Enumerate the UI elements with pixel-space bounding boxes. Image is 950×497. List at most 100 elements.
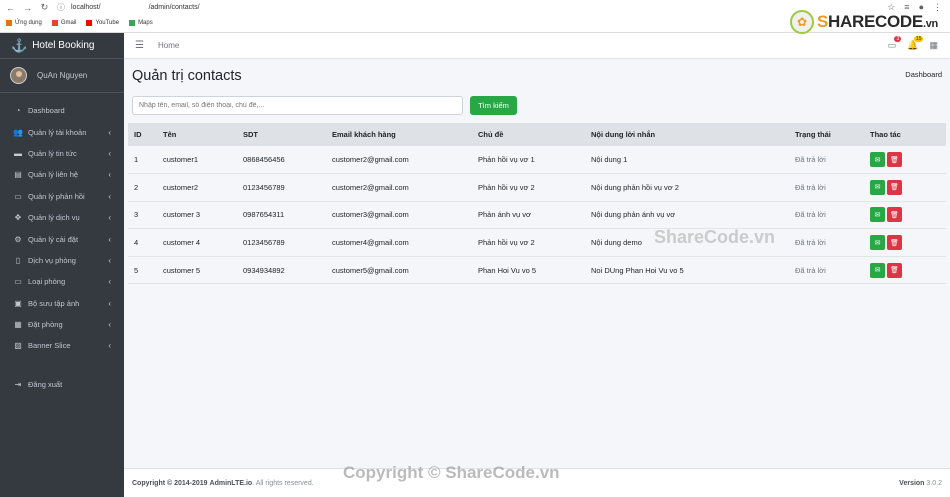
- comment-icon: ▭: [14, 191, 22, 201]
- back-icon[interactable]: ←: [4, 3, 17, 13]
- bookmark-maps[interactable]: Maps: [129, 20, 153, 26]
- sidebar-item-logout[interactable]: ⇥ Đăng xuất: [0, 374, 124, 395]
- actions-cell: ✉ 🗑: [864, 228, 946, 257]
- sidebar-item-label: Quản lý liên hệ: [28, 170, 79, 180]
- sharecode-logo-icon: ✿: [790, 10, 814, 34]
- sidebar-item-8[interactable]: ▭ Loại phòng ‹: [0, 271, 124, 292]
- sidebar-menu: ◔ Dashboard 👥 Quản lý tài khoản ‹ ▬ Quản lý ti…: [0, 93, 124, 395]
- comment-icon: ✉: [874, 184, 881, 192]
- table-header-row: ID Tên SDT Email khách hàng Chủ đề Nội dung l…: [128, 123, 946, 146]
- delete-button[interactable]: 🗑: [887, 207, 902, 223]
- youtube-icon: [86, 20, 93, 26]
- address-book-icon: ▤: [14, 170, 22, 180]
- bookmark-youtube[interactable]: YouTube: [86, 20, 119, 26]
- table-cell: customer5@gmail.com: [326, 256, 472, 285]
- address-bar[interactable]: ⓘ localhost/ /admin/contacts/: [57, 2, 200, 13]
- calendar-icon: ▦: [14, 320, 22, 330]
- navbar-right: ▭ 3 🔔 15 ▦: [888, 36, 938, 51]
- sidebar-item-1[interactable]: 👥 Quản lý tài khoản ‹: [0, 121, 124, 142]
- sidebar-item-7[interactable]: ▯ Dịch vụ phòng ‹: [0, 250, 124, 271]
- sidebar-item-0[interactable]: ◔ Dashboard: [0, 100, 124, 121]
- apps-icon: [6, 20, 12, 26]
- user-name: QuAn Nguyen: [37, 71, 88, 80]
- footer-brand-link[interactable]: AdminLTE.io: [210, 480, 253, 487]
- actions-cell: ✉ 🗑: [864, 146, 946, 175]
- sidebar-item-label: Quản lý tài khoản: [28, 127, 87, 137]
- chevron-left-icon: ‹: [108, 127, 111, 137]
- sidebar-item-5[interactable]: ✥ Quản lý dịch vụ ‹: [0, 207, 124, 228]
- sidebar-item-label: Bộ sưu tập ảnh: [28, 298, 80, 308]
- column-header: Thao tác: [864, 123, 946, 146]
- reply-button[interactable]: ✉: [870, 262, 885, 278]
- brand-text: Hotel Booking: [32, 40, 95, 51]
- table-cell: Phan Hoi Vu vo 5: [472, 256, 585, 285]
- table-row: 4 customer 4 0123456789 customer4@gmail.com…: [128, 228, 946, 257]
- search-button[interactable]: Tìm kiếm: [470, 96, 517, 115]
- hamburger-icon[interactable]: ☰: [135, 40, 144, 51]
- chevron-left-icon: ‹: [108, 213, 111, 223]
- table-cell: Đã trả lời: [789, 146, 864, 175]
- table-cell: customer3@gmail.com: [326, 201, 472, 230]
- url-redacted: [100, 3, 149, 12]
- sidebar-item-label: Dịch vụ phòng: [28, 255, 76, 265]
- reply-button[interactable]: ✉: [870, 152, 885, 168]
- sidebar-item-label: Quản lý cài đặt: [28, 234, 79, 244]
- sidebar-item-6[interactable]: ⚙ Quản lý cài đặt ‹: [0, 228, 124, 249]
- comment-icon: ✉: [874, 267, 881, 275]
- actions-cell: ✉ 🗑: [864, 201, 946, 230]
- sidebar-item-3[interactable]: ▤ Quản lý liên hệ ‹: [0, 164, 124, 185]
- chevron-left-icon: ‹: [108, 341, 111, 351]
- reload-icon[interactable]: ↻: [38, 2, 51, 13]
- chevron-left-icon: ‹: [108, 148, 111, 158]
- reply-button[interactable]: ✉: [870, 207, 885, 223]
- reply-button[interactable]: ✉: [870, 179, 885, 195]
- column-header: Nội dung lời nhắn: [585, 123, 789, 146]
- delete-button[interactable]: 🗑: [887, 152, 902, 168]
- breadcrumb[interactable]: Dashboard: [905, 70, 942, 79]
- sidebar-item-4[interactable]: ▭ Quản lý phản hồi ‹: [0, 186, 124, 207]
- chevron-left-icon: ‹: [108, 255, 111, 265]
- table-cell: 0934934892: [237, 256, 326, 285]
- notifications-icon[interactable]: 🔔 15: [907, 36, 924, 51]
- apps-grid-icon[interactable]: ▦: [929, 40, 938, 51]
- search-input[interactable]: [132, 96, 463, 115]
- cogs-icon: ⚙: [14, 234, 22, 244]
- delete-button[interactable]: 🗑: [887, 235, 902, 251]
- table-cell: 3: [128, 201, 157, 230]
- watermark-text: ShareCode.vn: [654, 227, 776, 247]
- avatar: [10, 67, 27, 84]
- file-icon: ▯: [15, 255, 21, 265]
- table-cell: Đã trả lời: [789, 256, 864, 285]
- forward-icon[interactable]: →: [21, 3, 34, 13]
- sidebar-item-label: Đặt phòng: [28, 320, 63, 330]
- sidebar-item-9[interactable]: ▣ Bộ sưu tập ảnh ‹: [0, 293, 124, 314]
- bookmark-gmail[interactable]: Gmail: [51, 20, 76, 26]
- messages-icon[interactable]: ▭ 3: [888, 36, 902, 51]
- bookmarks-bar: Ứng dụng Gmail YouTube Maps: [0, 16, 153, 30]
- bookmark-apps[interactable]: Ứng dụng: [6, 20, 42, 26]
- comment-icon: ✉: [874, 239, 881, 247]
- chevron-left-icon: ‹: [108, 320, 111, 330]
- table-cell: Đã trả lời: [789, 173, 864, 202]
- table-cell: 2: [128, 173, 157, 202]
- trash-icon: 🗑: [890, 239, 899, 247]
- sidebar-item-10[interactable]: ▦ Đặt phòng ‹: [0, 314, 124, 335]
- chevron-left-icon: ‹: [108, 277, 111, 287]
- comment-icon: ✉: [874, 156, 881, 164]
- sidebar-item-2[interactable]: ▬ Quản lý tin tức ‹: [0, 143, 124, 164]
- table-cell: Phản hồi vụ vơ 1: [472, 146, 585, 175]
- reply-button[interactable]: ✉: [870, 235, 885, 251]
- home-link[interactable]: Home: [158, 41, 179, 50]
- delete-button[interactable]: 🗑: [887, 262, 902, 278]
- image-icon: ▨: [14, 341, 22, 351]
- column-header: SDT: [237, 123, 326, 146]
- info-icon[interactable]: ⓘ: [57, 2, 65, 13]
- user-panel[interactable]: QuAn Nguyen: [0, 59, 124, 93]
- sidebar-item-label: Quản lý phản hồi: [28, 191, 85, 201]
- delete-button[interactable]: 🗑: [887, 179, 902, 195]
- trash-icon: 🗑: [890, 211, 899, 219]
- table-cell: Đã trả lời: [789, 201, 864, 230]
- sidebar-item-11[interactable]: ▨ Banner Slice ‹: [0, 335, 124, 356]
- column-header: Tên: [157, 123, 237, 146]
- brand-link[interactable]: ⚓ Hotel Booking: [0, 33, 124, 59]
